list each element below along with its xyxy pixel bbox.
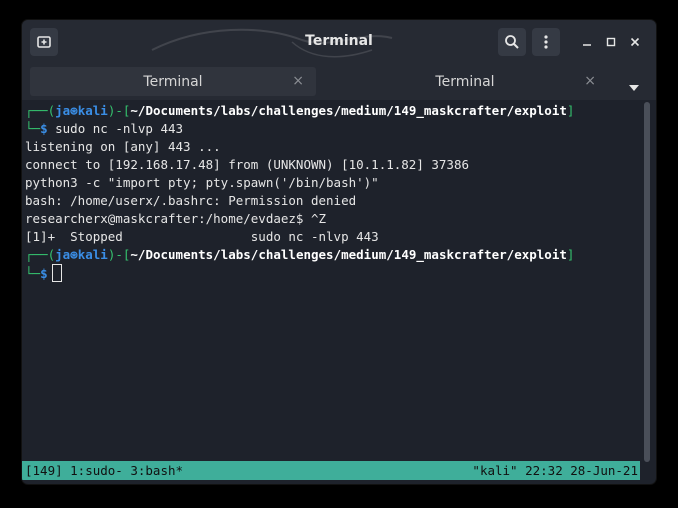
- terminal-window: Terminal Terminal × Terminal × ┌──(ja⊛ka…: [22, 20, 656, 484]
- output-line: connect to [192.168.17.48] from (UNKNOWN…: [25, 157, 470, 172]
- tmux-status-bar: [149] 1:sudo- 3:bash* "kali" 22:32 28-Ju…: [22, 461, 640, 480]
- tmux-window-list: [149] 1:sudo- 3:bash*: [25, 463, 184, 478]
- output-line: bash: /home/userx/.bashrc: Permission de…: [25, 193, 357, 208]
- minimize-icon: [583, 44, 591, 46]
- scrollbar-thumb[interactable]: [644, 102, 650, 462]
- text-cursor: [51, 264, 62, 282]
- output-line: listening on [any] 443 ...: [25, 139, 221, 154]
- terminal-output[interactable]: ┌──(ja⊛kali)-[~/Documents/labs/challenge…: [22, 102, 642, 462]
- tab-terminal-2[interactable]: Terminal ×: [322, 67, 608, 96]
- prompt-line-2: ┌──(ja⊛kali)-[~/Documents/labs/challenge…: [25, 247, 575, 262]
- tab-close-icon[interactable]: ×: [584, 73, 596, 89]
- scrollbar[interactable]: [644, 102, 650, 462]
- menu-button[interactable]: [532, 28, 560, 56]
- cwd-path: ~/Documents/labs/challenges/medium/149_m…: [130, 247, 567, 262]
- close-button[interactable]: [626, 33, 644, 51]
- tab-close-icon[interactable]: ×: [292, 73, 304, 89]
- maximize-icon: [606, 37, 616, 47]
- tab-label: Terminal: [435, 73, 495, 90]
- output-line: python3 -c "import pty; pty.spawn('/bin/…: [25, 175, 379, 190]
- window-title: Terminal: [305, 33, 373, 49]
- prompt-line-1: ┌──(ja⊛kali)-[~/Documents/labs/challenge…: [25, 103, 575, 118]
- tab-bar: Terminal × Terminal ×: [22, 64, 656, 100]
- tab-terminal-1[interactable]: Terminal ×: [30, 67, 316, 96]
- maximize-button[interactable]: [602, 33, 620, 51]
- titlebar: Terminal: [22, 20, 656, 64]
- cwd-path: ~/Documents/labs/challenges/medium/149_m…: [130, 103, 567, 118]
- command-text: sudo nc -nlvp 443: [47, 121, 184, 136]
- tmux-status-info: "kali" 22:32 28-Jun-21: [472, 463, 638, 478]
- command-line-1: └─$ sudo nc -nlvp 443: [25, 121, 184, 136]
- search-icon: [505, 35, 519, 49]
- minimize-button[interactable]: [578, 33, 596, 51]
- menu-icon: [544, 35, 548, 49]
- tab-label: Terminal: [143, 73, 203, 90]
- tab-dropdown-button[interactable]: [629, 77, 639, 96]
- search-button[interactable]: [498, 28, 526, 56]
- output-line: [1]+ Stopped sudo nc -nlvp 443: [25, 229, 379, 244]
- close-icon: [630, 37, 640, 47]
- chevron-down-icon: [629, 85, 639, 91]
- command-line-2: └─$: [25, 264, 62, 282]
- output-line: researcherx@maskcrafter:/home/evdaez$ ^Z: [25, 211, 327, 226]
